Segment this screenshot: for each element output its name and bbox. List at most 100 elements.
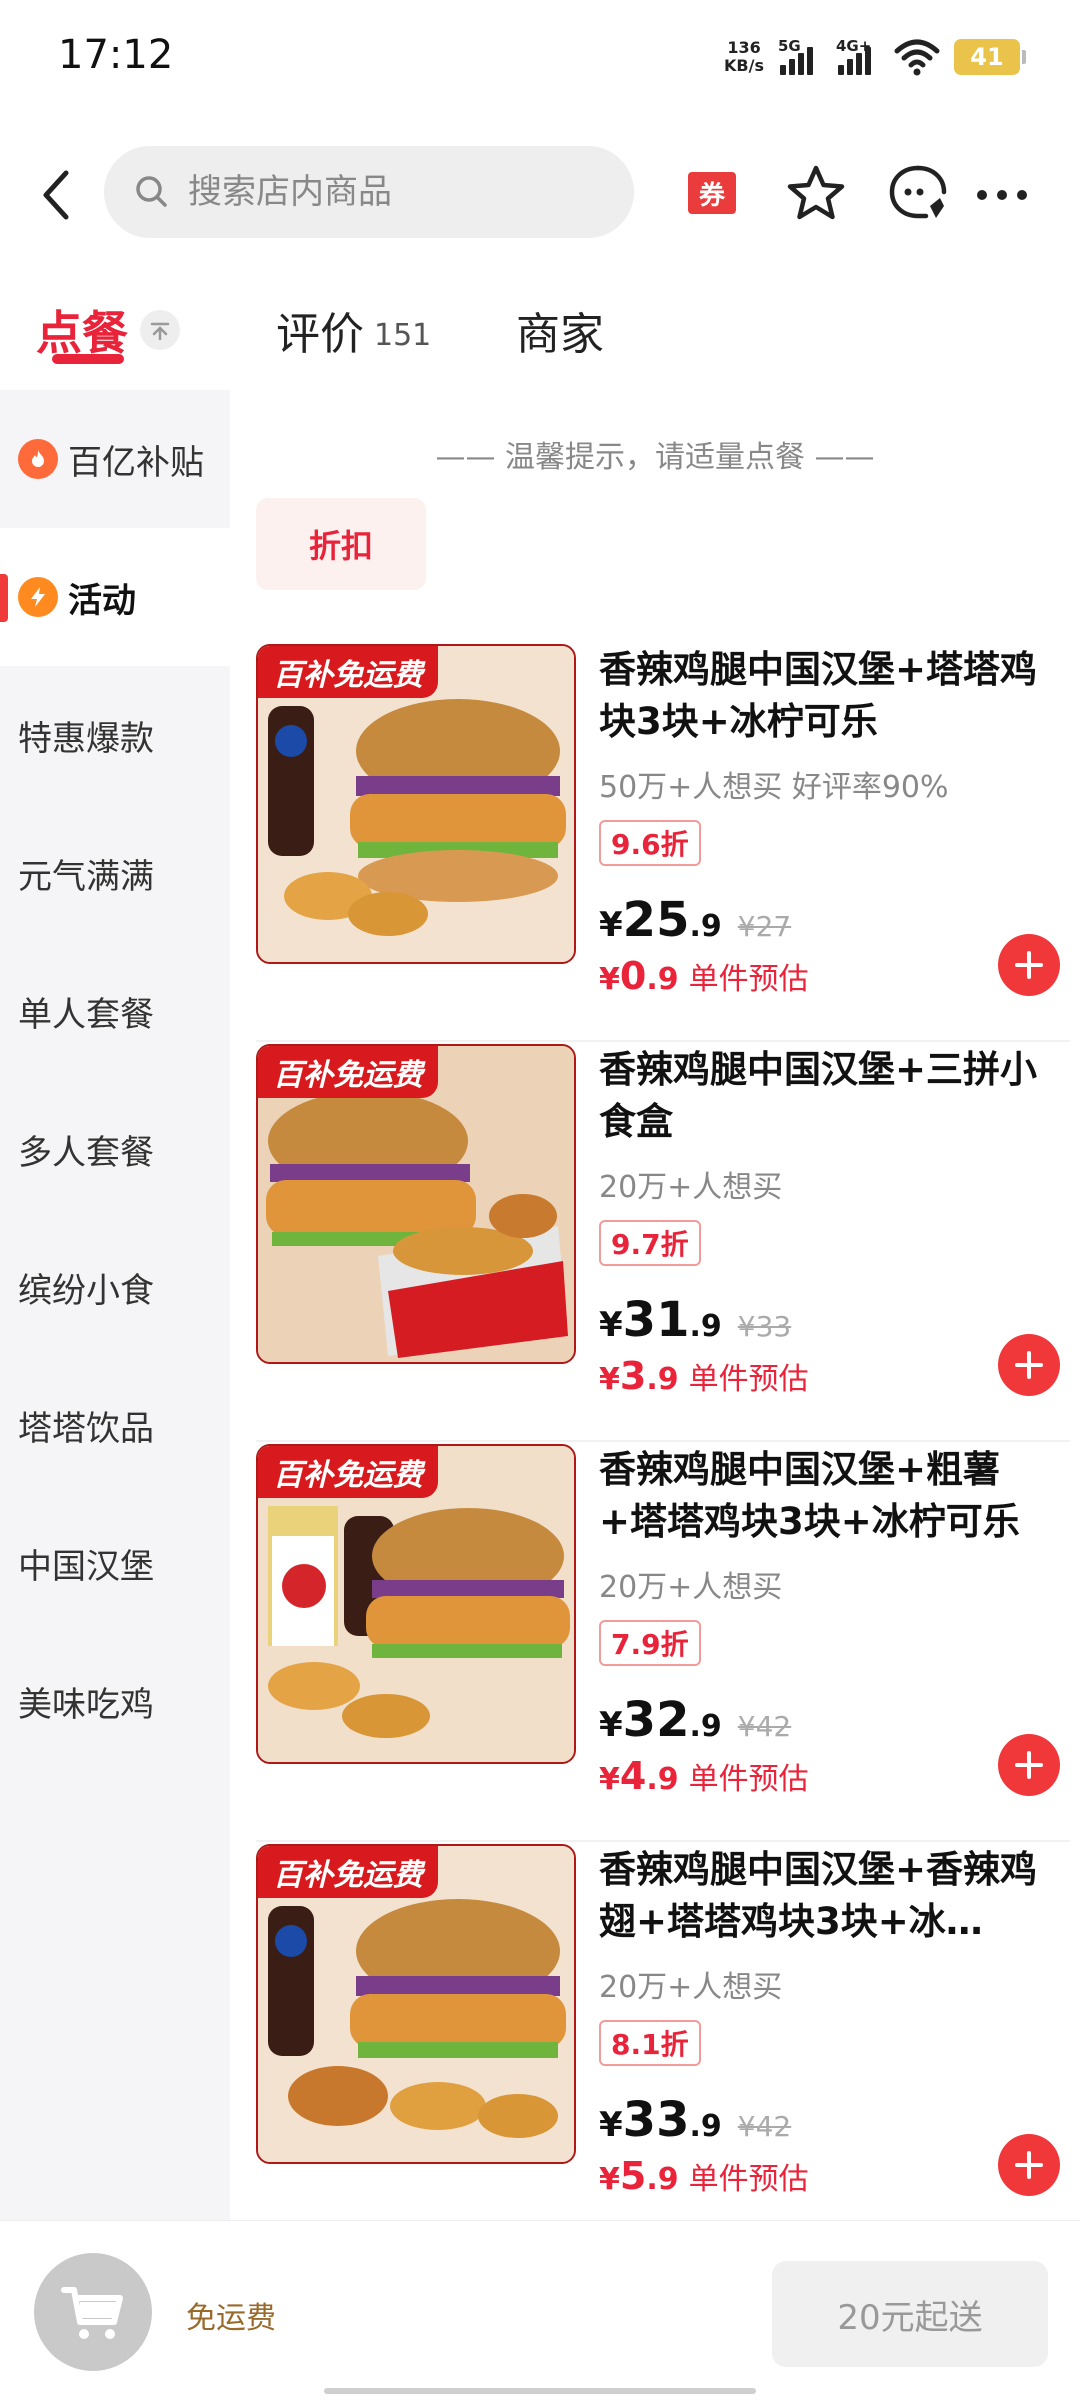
product-image[interactable]: 百补免运费	[256, 644, 576, 964]
product-title[interactable]: 香辣鸡腿中国汉堡+香辣鸡翅+塔塔鸡块3块+冰…	[599, 1844, 1059, 1950]
product-meta: 20万+人想买	[599, 1970, 783, 2005]
sidebar-item-single-meal[interactable]: 单人套餐	[0, 942, 230, 1080]
plus-icon	[1015, 1351, 1043, 1379]
product-title[interactable]: 香辣鸡腿中国汉堡+三拼小食盒	[599, 1044, 1059, 1150]
min-order-button[interactable]: 20元起送	[772, 2261, 1048, 2367]
battery-level: 41	[970, 43, 1004, 71]
coupon-label: 券	[688, 172, 736, 214]
product-card[interactable]: 百补免运费 香辣鸡腿中国汉堡+粗薯+塔塔鸡块3块+冰柠可乐 20万+人想买 7.…	[256, 1444, 1070, 1842]
estimate-integer: 0	[619, 954, 647, 998]
free-shipping-badge: 百补免运费	[258, 1846, 438, 1898]
price-decimal: .9	[689, 1709, 722, 1744]
sidebar-item-drinks[interactable]: 塔塔饮品	[0, 1356, 230, 1494]
checkout-bar: 免运费 20元起送	[0, 2220, 1080, 2400]
original-price: ¥42	[737, 1710, 792, 1743]
sidebar-item-burgers[interactable]: 中国汉堡	[0, 1494, 230, 1632]
product-meta: 50万+人想买 好评率90%	[599, 770, 949, 805]
tip-text: —— 温馨提示，请适量点餐 ——	[435, 440, 875, 475]
coupon-icon[interactable]: 券	[680, 168, 742, 218]
sidebar-item-group-meal[interactable]: 多人套餐	[0, 1080, 230, 1218]
product-image[interactable]: 百补免运费	[256, 1044, 576, 1364]
status-bar: 17:12 136 KB/s 5G 4G+ 41	[0, 0, 1080, 110]
currency-symbol: ¥	[599, 2105, 623, 2145]
estimated-price: ¥ 0 .9 单件预估	[599, 954, 809, 998]
estimated-price: ¥ 3 .9 单件预估	[599, 1354, 809, 1398]
sidebar-item-subsidy[interactable]: 百亿补贴	[0, 390, 230, 528]
tab-order[interactable]: 点餐	[36, 290, 180, 370]
cart-button[interactable]	[34, 2253, 152, 2371]
tab-review[interactable]: 评价 151	[276, 290, 431, 370]
price-integer: 32	[622, 1692, 690, 1748]
plus-icon	[1015, 1751, 1043, 1779]
product-price: ¥ 33 .9 ¥42	[599, 2092, 791, 2148]
discount-badge: 9.7折	[599, 1220, 701, 1266]
discount-badge: 9.6折	[599, 820, 701, 866]
customer-service-icon[interactable]	[886, 162, 950, 226]
search-input[interactable]	[188, 172, 608, 212]
currency-symbol: ¥	[599, 2162, 620, 2197]
price-integer: 25	[622, 892, 690, 948]
product-meta: 20万+人想买	[599, 1570, 783, 1605]
sidebar-item-label: 百亿补贴	[68, 442, 204, 483]
sidebar-item-label: 元气满满	[18, 856, 154, 897]
sidebar-item-snacks[interactable]: 缤纷小食	[0, 1218, 230, 1356]
more-options-icon[interactable]	[972, 170, 1032, 220]
tab-merchant[interactable]: 商家	[516, 290, 604, 370]
sidebar-item-activity[interactable]: 活动	[0, 528, 230, 666]
sidebar-item-chicken[interactable]: 美味吃鸡	[0, 1632, 230, 1770]
sidebar-item-label: 缤纷小食	[18, 1270, 154, 1311]
estimated-price: ¥ 5 .9 单件预估	[599, 2154, 809, 2198]
lightning-icon	[18, 577, 58, 617]
free-shipping-badge: 百补免运费	[258, 646, 438, 698]
product-meta: 20万+人想买	[599, 1170, 783, 1205]
estimate-decimal: .9	[646, 2162, 679, 2197]
sidebar-item-label: 活动	[68, 580, 136, 621]
sidebar-item-label: 特惠爆款	[18, 718, 154, 759]
sidebar-item-label: 中国汉堡	[18, 1546, 154, 1587]
status-time: 17:12	[58, 32, 174, 78]
price-decimal: .9	[689, 1309, 722, 1344]
battery-icon: 41	[954, 39, 1026, 75]
network-speed-unit: KB/s	[724, 56, 764, 75]
product-list: —— 温馨提示，请适量点餐 —— 折扣 百补免运费 香辣鸡腿中国汉堡+塔塔鸡块3…	[230, 390, 1080, 2242]
estimate-integer: 3	[619, 1354, 647, 1398]
estimate-integer: 4	[619, 1754, 647, 1798]
discount-badge: 8.1折	[599, 2020, 701, 2066]
fire-icon	[18, 439, 58, 479]
price-integer: 33	[622, 2092, 690, 2148]
sidebar-item-energy[interactable]: 元气满满	[0, 804, 230, 942]
plus-icon	[1015, 2151, 1043, 2179]
shopping-cart-icon	[61, 2287, 123, 2339]
product-card[interactable]: 百补免运费 香辣鸡腿中国汉堡+塔塔鸡块3块+冰柠可乐 50万+人想买 好评率90…	[256, 644, 1070, 1042]
favorite-star-icon[interactable]	[784, 162, 848, 226]
product-image[interactable]: 百补免运费	[256, 1844, 576, 2164]
currency-symbol: ¥	[599, 1305, 623, 1345]
estimate-label: 单件预估	[688, 962, 809, 997]
product-card[interactable]: 百补免运费 香辣鸡腿中国汉堡+三拼小食盒 20万+人想买 9.7折 ¥ 31 .…	[256, 1044, 1070, 1442]
active-indicator	[0, 574, 8, 622]
collapse-up-icon[interactable]	[140, 310, 180, 350]
estimated-price: ¥ 4 .9 单件预估	[599, 1754, 809, 1798]
sidebar-item-hot-deals[interactable]: 特惠爆款	[0, 666, 230, 804]
product-title[interactable]: 香辣鸡腿中国汉堡+塔塔鸡块3块+冰柠可乐	[599, 644, 1059, 750]
original-price: ¥42	[737, 2110, 792, 2143]
search-bar[interactable]	[104, 146, 634, 238]
product-card[interactable]: 百补免运费 香辣鸡腿中国汉堡+香辣鸡翅+塔塔鸡块3块+冰… 20万+人想买 8.…	[256, 1844, 1070, 2242]
product-title[interactable]: 香辣鸡腿中国汉堡+粗薯+塔塔鸡块3块+冰柠可乐	[599, 1444, 1059, 1550]
add-to-cart-button[interactable]	[998, 2134, 1060, 2196]
product-image[interactable]: 百补免运费	[256, 1444, 576, 1764]
add-to-cart-button[interactable]	[998, 1334, 1060, 1396]
currency-symbol: ¥	[599, 1362, 620, 1397]
back-icon[interactable]	[36, 165, 76, 225]
add-to-cart-button[interactable]	[998, 1734, 1060, 1796]
review-count: 151	[374, 317, 432, 353]
discount-filter-tag[interactable]: 折扣	[256, 498, 426, 590]
sidebar-item-label: 美味吃鸡	[18, 1684, 154, 1725]
plus-icon	[1015, 951, 1043, 979]
tab-review-label: 评价	[276, 309, 364, 360]
add-to-cart-button[interactable]	[998, 934, 1060, 996]
sidebar-item-label: 多人套餐	[18, 1132, 154, 1173]
home-indicator[interactable]	[324, 2388, 756, 2394]
price-integer: 31	[622, 1292, 690, 1348]
price-decimal: .9	[689, 909, 722, 944]
